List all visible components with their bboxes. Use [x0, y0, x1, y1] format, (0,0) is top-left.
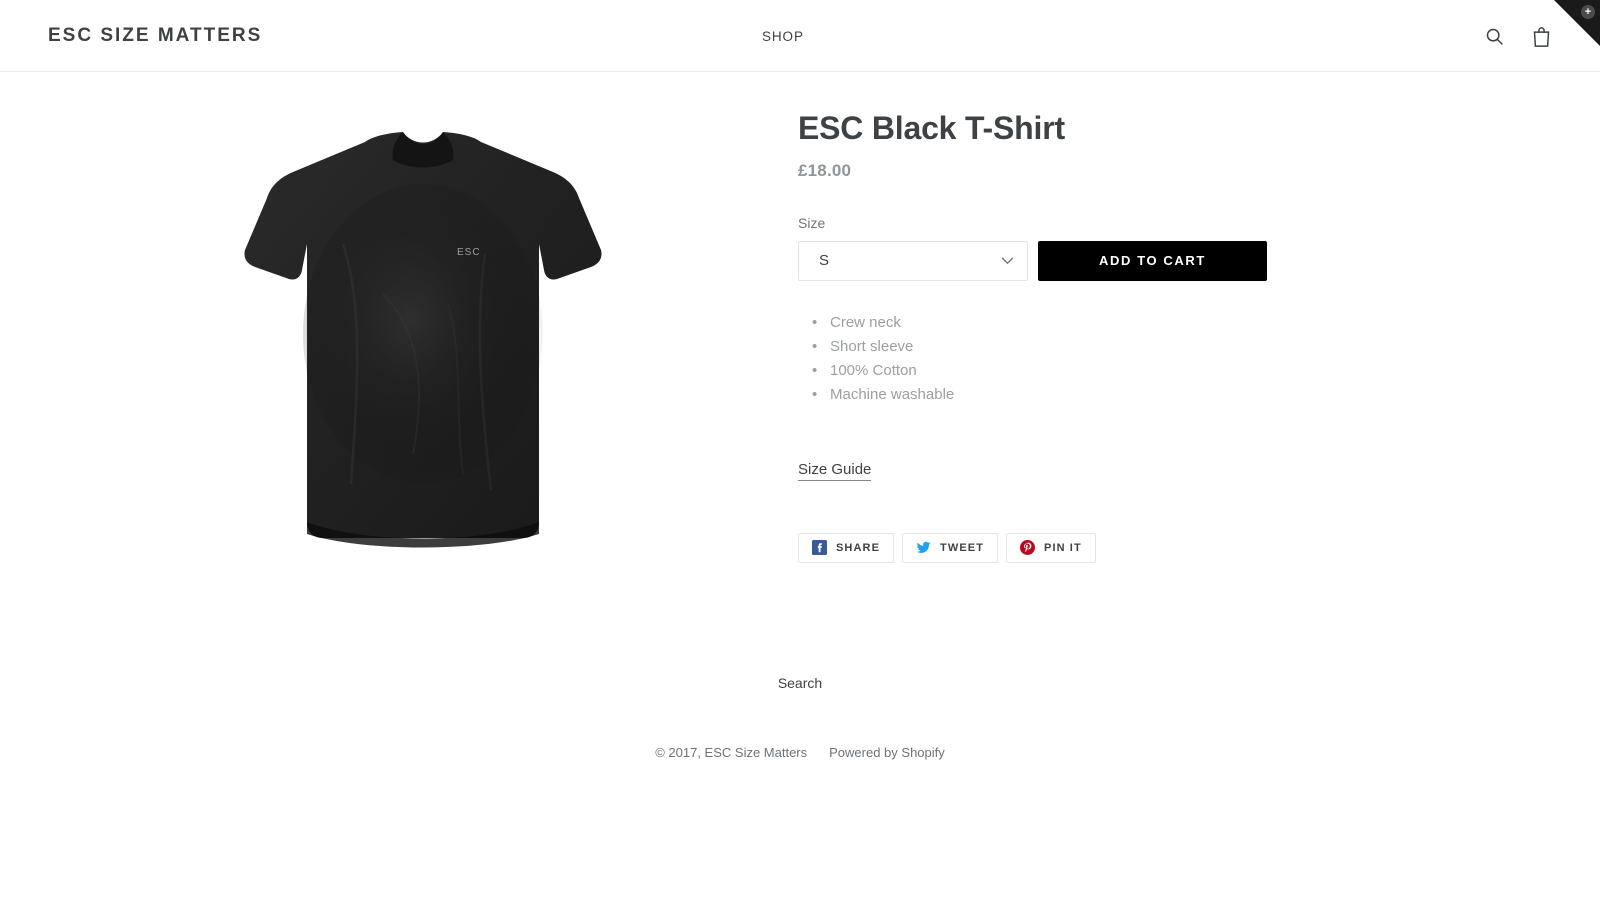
cart-icon[interactable] — [1531, 25, 1552, 48]
copyright-text: © 2017, ESC Size Matters — [655, 744, 808, 760]
shirt-chest-logo: ESC — [457, 246, 481, 258]
footer-navigation: Search — [0, 675, 1600, 691]
facebook-icon — [812, 540, 827, 556]
share-twitter-button[interactable]: TWEET — [902, 532, 999, 563]
header-icon-group — [1484, 0, 1552, 72]
purchase-form: S ADD TO CART — [798, 240, 1358, 281]
product-title: ESC Black T-Shirt — [798, 110, 1065, 146]
product-image[interactable]: ESC — [223, 124, 623, 554]
size-select[interactable]: S — [798, 240, 1028, 281]
site-logo[interactable]: ESC SIZE MATTERS — [48, 25, 262, 47]
list-item: Short sleeve — [812, 335, 1358, 359]
share-twitter-label: TWEET — [940, 541, 985, 554]
size-guide-link[interactable]: Size Guide — [798, 460, 872, 481]
add-to-cart-button[interactable]: ADD TO CART — [1038, 240, 1267, 281]
product-price: £18.00 — [798, 160, 852, 180]
size-guide-wrapper: Size Guide — [798, 460, 1358, 481]
product-page: ESC ESC Black T-Shirt £18.00 Size S ADD … — [0, 72, 1600, 563]
site-footer: Search © 2017, ESC Size Matters Powered … — [0, 675, 1600, 800]
product-media: ESC — [48, 110, 798, 563]
product-features-list: Crew neck Short sleeve 100% Cotton Machi… — [798, 311, 1358, 407]
site-header: ESC SIZE MATTERS SHOP + — [0, 0, 1600, 72]
list-item: Machine washable — [812, 383, 1358, 407]
share-facebook-label: SHARE — [836, 541, 881, 554]
share-pinterest-label: PIN IT — [1044, 541, 1082, 554]
nav-item-shop[interactable]: SHOP — [762, 29, 804, 44]
corner-ribbon[interactable]: + — [1554, 0, 1600, 46]
social-share-group: SHARE TWEET PIN IT — [798, 532, 1358, 563]
size-label: Size — [798, 214, 826, 231]
share-pinterest-button[interactable]: PIN IT — [1006, 532, 1096, 563]
twitter-icon — [916, 540, 931, 555]
ribbon-add-icon[interactable]: + — [1581, 5, 1595, 19]
search-icon[interactable] — [1484, 26, 1505, 47]
footer-link-search[interactable]: Search — [778, 675, 822, 691]
powered-by-shopify-link[interactable]: Powered by Shopify — [829, 745, 945, 760]
footer-meta: © 2017, ESC Size Matters Powered by Shop… — [0, 745, 1600, 760]
product-info: ESC Black T-Shirt £18.00 Size S ADD TO C… — [798, 110, 1358, 563]
list-item: Crew neck — [812, 311, 1358, 335]
list-item: 100% Cotton — [812, 359, 1358, 383]
share-facebook-button[interactable]: SHARE — [798, 532, 895, 563]
main-navigation: SHOP — [762, 0, 804, 72]
size-select-wrapper: S — [798, 240, 1028, 281]
pinterest-icon — [1020, 540, 1036, 556]
